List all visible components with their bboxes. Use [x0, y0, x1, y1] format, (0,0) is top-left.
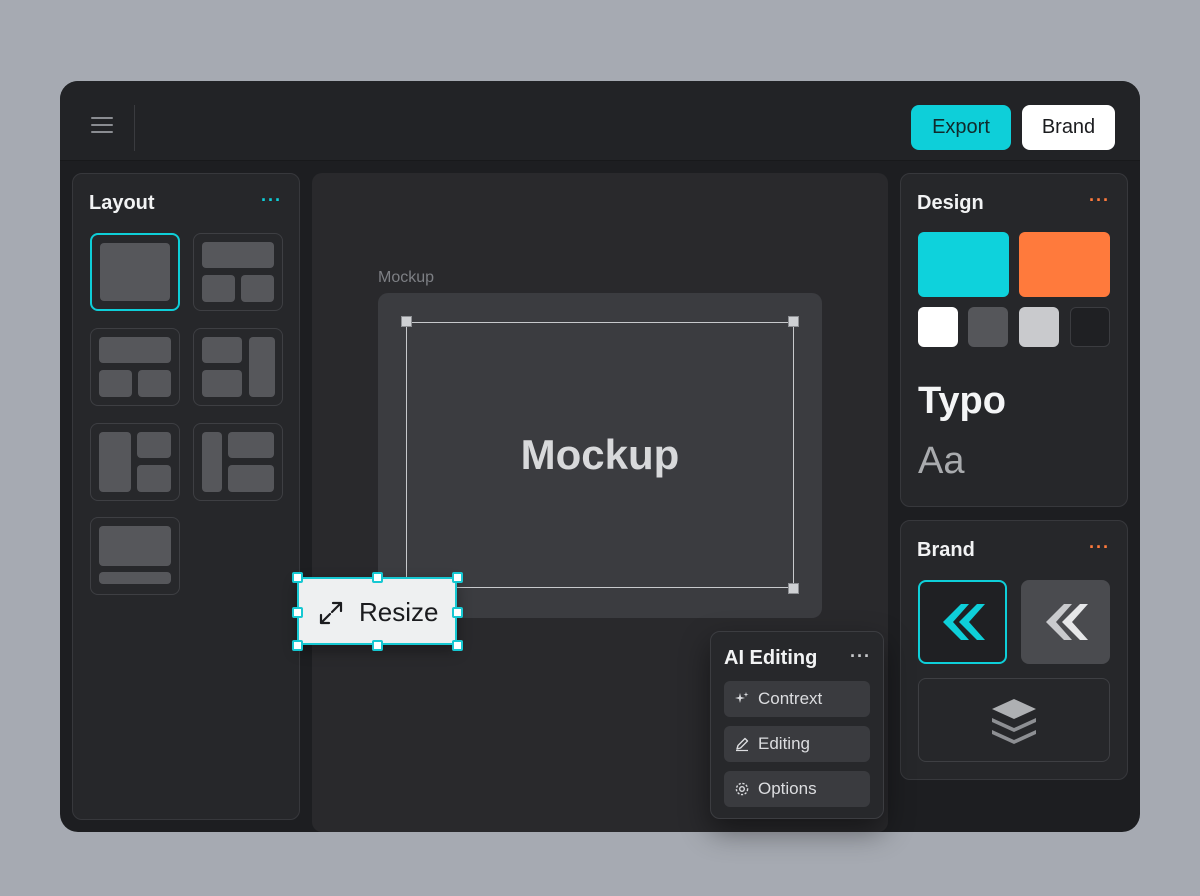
design-panel: Design ··· Typo Aa [900, 173, 1128, 507]
ai-editing-title: AI Editing [724, 647, 818, 669]
resize-tooltip[interactable]: Resize [292, 572, 463, 651]
sparkle-icon [735, 692, 749, 703]
design-more-icon[interactable]: ··· [1089, 190, 1110, 211]
brand-logo-cyan[interactable] [918, 580, 1007, 664]
color-swatch-orange[interactable] [1019, 232, 1110, 297]
export-button[interactable]: Export [911, 105, 1011, 150]
ai-item-editing[interactable]: Editing [724, 726, 870, 762]
resize-handle-bottom[interactable] [372, 640, 383, 651]
layout-panel: Layout ··· [72, 173, 300, 820]
double-chevron-logo-mono-icon [1045, 604, 1088, 640]
resize-label: Resize [359, 597, 439, 627]
layout-template-top-bottom-split[interactable] [90, 328, 180, 406]
pencil-icon [736, 737, 749, 752]
layout-template-single[interactable] [90, 233, 180, 311]
color-swatch-dark[interactable] [1070, 307, 1110, 347]
gear-icon [735, 782, 749, 796]
layers-icon [992, 699, 1036, 744]
layout-panel-title: Layout [89, 192, 155, 214]
resize-handle-left[interactable] [292, 607, 303, 618]
brand-logo-mono[interactable] [1021, 580, 1110, 664]
typography-sample[interactable]: Aa [918, 440, 964, 483]
brand-button[interactable]: Brand [1022, 105, 1115, 150]
typography-heading: Typo [918, 380, 1006, 422]
layout-template-left-stack-right-col[interactable] [193, 328, 283, 406]
layout-template-hero-footer[interactable] [90, 517, 180, 595]
mockup-frame-label: Mockup [378, 269, 435, 286]
resize-handle-top[interactable] [372, 572, 383, 583]
selection-handle-top-left[interactable] [401, 316, 412, 327]
color-swatch-white[interactable] [918, 307, 958, 347]
color-swatch-gray[interactable] [968, 307, 1008, 347]
mockup-frame[interactable]: Mockup [378, 293, 822, 618]
selection-handle-top-right[interactable] [788, 316, 799, 327]
layout-template-sidebar-stack[interactable] [193, 423, 283, 501]
hamburger-menu-icon[interactable] [86, 111, 118, 137]
ai-editing-more-icon[interactable]: ··· [850, 646, 871, 667]
resize-handle-right[interactable] [452, 607, 463, 618]
brand-panel: Brand ··· [900, 520, 1128, 780]
color-swatch-light-gray[interactable] [1019, 307, 1059, 347]
double-chevron-logo-icon [942, 604, 985, 640]
color-swatch-cyan[interactable] [918, 232, 1009, 297]
ai-item-context[interactable]: Contrext [724, 681, 870, 717]
mockup-text: Mockup [520, 431, 680, 478]
layout-template-header-two-cols[interactable] [193, 233, 283, 311]
toolbar-divider [134, 105, 135, 151]
brand-panel-title: Brand [917, 539, 975, 561]
layout-more-icon[interactable]: ··· [261, 190, 282, 211]
ai-item-editing-label: Editing [758, 734, 810, 753]
app-window: Export Brand Layout ··· Mockup Mockup De… [60, 81, 1140, 832]
brand-layers-tile[interactable] [918, 678, 1110, 762]
resize-handle-bottom-right[interactable] [452, 640, 463, 651]
selection-handle-bottom-right[interactable] [788, 583, 799, 594]
resize-handle-bottom-left[interactable] [292, 640, 303, 651]
resize-handle-top-left[interactable] [292, 572, 303, 583]
selection-box[interactable]: Mockup [406, 322, 794, 588]
ai-item-options[interactable]: Options [724, 771, 870, 807]
brand-more-icon[interactable]: ··· [1089, 537, 1110, 558]
top-toolbar: Export Brand [60, 81, 1140, 161]
ai-item-context-label: Contrext [758, 689, 823, 708]
layout-template-left-col-right-stack[interactable] [90, 423, 180, 501]
ai-editing-panel: AI Editing ··· Contrext Editing Options [710, 631, 884, 819]
expand-arrows-icon [319, 601, 343, 625]
resize-handle-top-right[interactable] [452, 572, 463, 583]
design-panel-title: Design [917, 192, 984, 214]
ai-item-options-label: Options [758, 779, 817, 798]
